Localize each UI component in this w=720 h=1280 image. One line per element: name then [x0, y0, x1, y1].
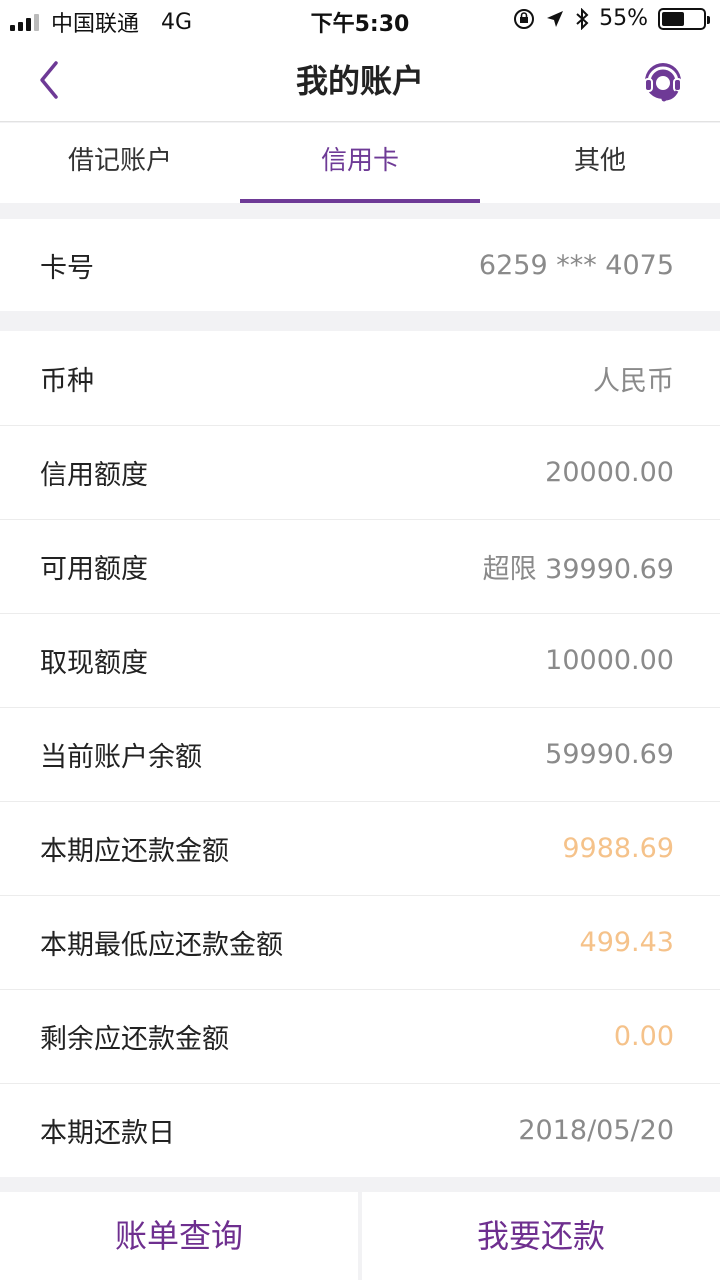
repay-button[interactable]: 我要还款 — [362, 1192, 720, 1280]
tab-credit-card[interactable]: 信用卡 — [240, 123, 480, 203]
current-balance-label: 当前账户余额 — [40, 742, 202, 773]
remaining-due-value: 0.00 — [613, 1021, 674, 1052]
bluetooth-icon — [576, 7, 589, 30]
available-limit-row: 可用额度 超限 39990.69 — [0, 519, 720, 613]
customer-service-icon — [644, 63, 682, 102]
statement-due-value: 9988.69 — [562, 833, 674, 864]
remaining-due-label: 剩余应还款金额 — [40, 1024, 229, 1055]
account-tabs: 借记账户 信用卡 其他 — [0, 123, 720, 203]
bill-query-button[interactable]: 账单查询 — [0, 1192, 358, 1280]
tab-debit-account[interactable]: 借记账户 — [0, 123, 240, 203]
cash-limit-value: 10000.00 — [545, 645, 674, 676]
available-limit-label: 可用额度 — [40, 554, 148, 585]
due-date-row: 本期还款日 2018/05/20 — [0, 1083, 720, 1177]
minimum-due-label: 本期最低应还款金额 — [40, 930, 283, 961]
cash-limit-label: 取现额度 — [40, 648, 148, 679]
card-number-row: 卡号 6259 *** 4075 — [0, 219, 720, 311]
minimum-due-value: 499.43 — [579, 927, 674, 958]
statement-due-label: 本期应还款金额 — [40, 836, 229, 867]
status-right: 55% — [513, 6, 710, 31]
minimum-due-row: 本期最低应还款金额 499.43 — [0, 895, 720, 989]
card-number-section: 卡号 6259 *** 4075 — [0, 219, 720, 311]
credit-limit-value: 20000.00 — [545, 457, 674, 488]
account-details-list: 币种 人民币 信用额度 20000.00 可用额度 超限 39990.69 取现… — [0, 331, 720, 1177]
credit-limit-row: 信用额度 20000.00 — [0, 425, 720, 519]
statement-due-row: 本期应还款金额 9988.69 — [0, 801, 720, 895]
nav-bar: 我的账户 — [0, 40, 720, 122]
battery-icon — [658, 7, 710, 30]
due-date-value: 2018/05/20 — [518, 1115, 674, 1146]
remaining-due-row: 剩余应还款金额 0.00 — [0, 989, 720, 1083]
customer-service-button[interactable] — [640, 58, 686, 104]
battery-percent: 55% — [599, 6, 648, 31]
credit-limit-label: 信用额度 — [40, 460, 148, 491]
orientation-lock-icon — [514, 8, 535, 29]
currency-label: 币种 — [40, 365, 94, 397]
location-arrow-icon — [547, 10, 564, 27]
currency-row: 币种 人民币 — [0, 331, 720, 425]
currency-value: 人民币 — [593, 365, 674, 397]
due-date-label: 本期还款日 — [40, 1118, 175, 1149]
cash-limit-row: 取现额度 10000.00 — [0, 613, 720, 707]
current-balance-row: 当前账户余额 59990.69 — [0, 707, 720, 801]
bottom-action-bar: 账单查询 我要还款 — [0, 1192, 720, 1280]
tab-other[interactable]: 其他 — [480, 123, 720, 203]
screen: 中国联通 4G 下午5:30 55% 我的账户 借记账户 信用卡 其他 卡号 6… — [0, 0, 720, 1280]
card-number-value: 6259 *** 4075 — [478, 249, 674, 281]
page-title: 我的账户 — [295, 62, 424, 100]
available-limit-value: 超限 39990.69 — [482, 554, 674, 585]
status-bar: 中国联通 4G 下午5:30 55% — [0, 0, 720, 40]
current-balance-value: 59990.69 — [545, 739, 674, 770]
card-number-label: 卡号 — [40, 252, 94, 284]
